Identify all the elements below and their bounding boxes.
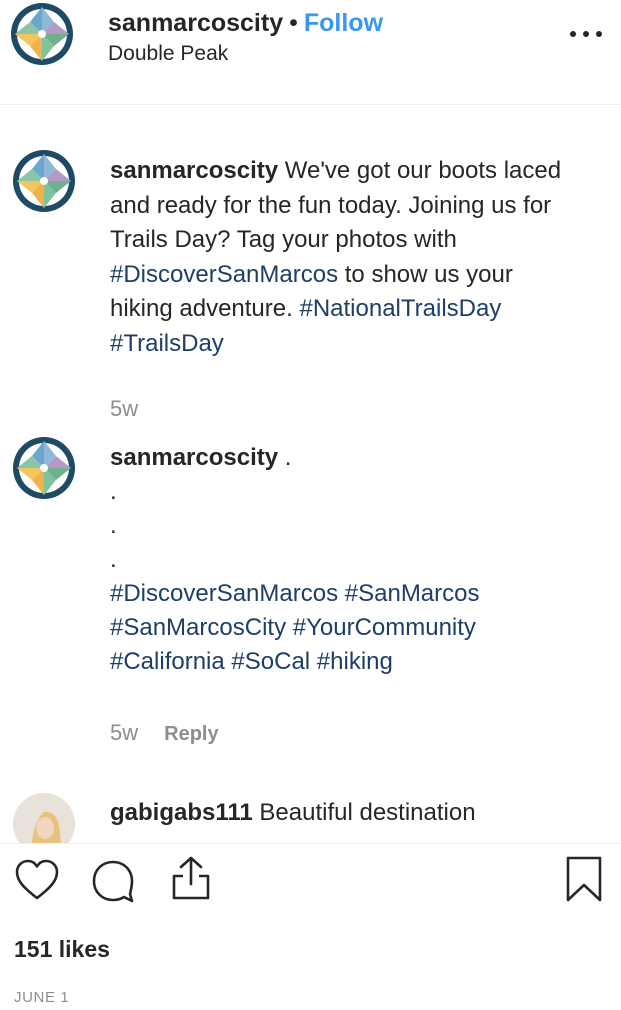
hashtag-link[interactable]: #SanMarcosCity — [110, 614, 286, 641]
hashtag-link[interactable]: #California — [110, 648, 225, 675]
hashtag-link[interactable]: #NationalTrailsDay — [299, 295, 501, 322]
hashtag-link[interactable]: #SanMarcos — [345, 580, 480, 607]
post-owner-row: sanmarcoscity • Follow — [108, 6, 383, 40]
follow-button[interactable]: Follow — [304, 9, 383, 37]
post-header: sanmarcoscity • Follow Double Peak — [0, 0, 621, 105]
dot-line: . — [110, 478, 117, 505]
comment-bubble-icon[interactable] — [90, 858, 136, 904]
hashtag-link[interactable]: #TrailsDay — [110, 330, 224, 357]
comment-avatar[interactable] — [12, 149, 76, 213]
comment-time[interactable]: 5w — [110, 720, 138, 745]
comment-meta: 5w Reply — [110, 720, 219, 746]
post-actions: 151 likes JUNE 1 — [0, 843, 621, 1010]
comment-avatar[interactable] — [12, 436, 76, 500]
comment-username[interactable]: gabigabs111 — [110, 799, 253, 826]
owner-username[interactable]: sanmarcoscity — [108, 9, 283, 37]
hashtag-link[interactable]: #SoCal — [231, 648, 310, 675]
hashtag-link[interactable]: #hiking — [317, 648, 393, 675]
bookmark-icon[interactable] — [564, 854, 604, 904]
heart-icon[interactable] — [14, 858, 60, 902]
separator-dot: • — [289, 9, 298, 37]
reply-button[interactable]: Reply — [164, 723, 218, 745]
dot-line: . — [110, 546, 117, 573]
more-options-icon[interactable] — [566, 28, 606, 40]
comment-time[interactable]: 5w — [110, 396, 138, 421]
comment-body: . — [278, 444, 292, 471]
comment-username[interactable]: sanmarcoscity — [110, 157, 278, 184]
avatar[interactable] — [10, 2, 74, 66]
hashtag-link[interactable]: #DiscoverSanMarcos — [110, 580, 338, 607]
location-link[interactable]: Double Peak — [108, 40, 228, 68]
likes-count[interactable]: 151 likes — [14, 936, 110, 963]
user-comment: gabigabs111 Beautiful destination — [110, 796, 580, 831]
caption-comment: sanmarcoscity We've got our boots laced … — [110, 154, 580, 361]
hashtag-comment: sanmarcoscity . . . . #DiscoverSanMarcos… — [110, 441, 580, 679]
share-icon[interactable] — [168, 854, 214, 902]
comment-meta: 5w — [110, 396, 138, 422]
comment-username[interactable]: sanmarcoscity — [110, 444, 278, 471]
post-date[interactable]: JUNE 1 — [14, 989, 69, 1006]
dot-line: . — [110, 512, 117, 539]
hashtag-link[interactable]: #DiscoverSanMarcos — [110, 261, 338, 288]
hashtag-link[interactable]: #YourCommunity — [293, 614, 476, 641]
comment-body: Beautiful destination — [252, 799, 476, 826]
